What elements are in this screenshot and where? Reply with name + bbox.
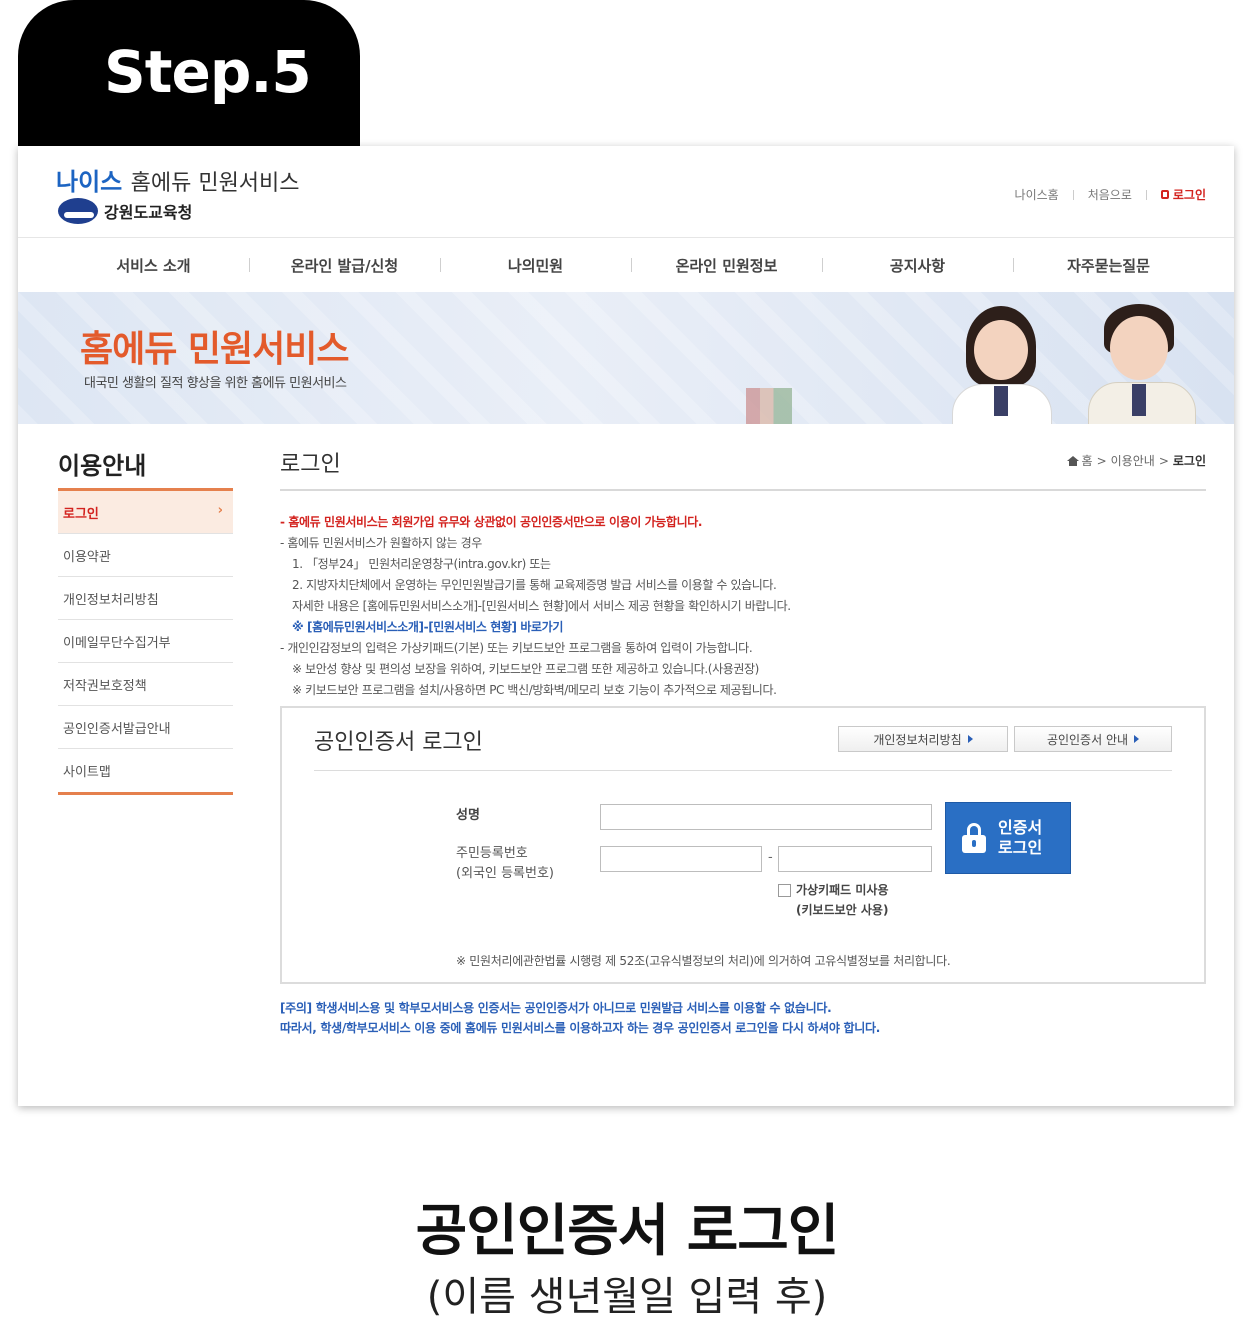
side-menu: 로그인 › 이용약관 개인정보처리방침 이메일무단수집거부 저작권보호정책 공인… (58, 488, 233, 795)
side-item-terms[interactable]: 이용약관 (58, 534, 233, 577)
util-neis-home[interactable]: 나이스홈 (1015, 186, 1059, 203)
rrn-front-input[interactable] (600, 846, 762, 872)
home-icon[interactable] (1066, 455, 1079, 466)
books-image (746, 388, 792, 424)
virtual-keypad-checkbox[interactable] (778, 884, 791, 897)
lock-icon (962, 823, 986, 853)
step-label: Step.5 (104, 38, 312, 106)
notice-line: - 홈에듀 민원서비스가 원활하지 않는 경우 (280, 536, 482, 550)
nav-notices[interactable]: 공지사항 (822, 255, 1013, 276)
notice-line: ※ 키보드보안 프로그램을 설치/사용하면 PC 백신/방화벽/메모리 보호 기… (292, 683, 777, 697)
util-login-label: 로그인 (1172, 188, 1206, 202)
privacy-policy-label: 개인정보처리방침 (873, 732, 962, 747)
content-title: 로그인 (280, 452, 341, 477)
site-header: 나이스 홈에듀 민원서비스 강원도교육청 나이스홈 처음으로 로그인 (18, 146, 1234, 238)
warning-line: 따라서, 학생/학부모서비스 이용 중에 홈에듀 민원서비스를 이용하고자 하는… (280, 1021, 881, 1035)
nav-faq[interactable]: 자주묻는질문 (1013, 255, 1204, 276)
breadcrumb-home[interactable]: 홈 (1082, 452, 1093, 469)
notice-line: 자세한 내용은 [홈에듀민원서비스소개]-[민원서비스 현황]에서 서비스 제공… (292, 599, 791, 613)
hero-banner: 홈에듀 민원서비스 대국민 생활의 질적 향상을 위한 홈에듀 민원서비스 (18, 292, 1234, 424)
page: Step.5 나이스 홈에듀 민원서비스 강원도교육청 나이스홈 처음으로 로그… (0, 0, 1254, 1326)
util-home[interactable]: 처음으로 (1088, 186, 1132, 203)
notice-block: - 홈에듀 민원서비스는 회원가입 유무와 상관없이 공인인증서만으로 이용이 … (280, 512, 1210, 701)
content-divider (280, 489, 1206, 491)
org-name: 강원도교육청 (104, 203, 193, 222)
cert-login-button-label: 인증서 로그인 (998, 818, 1043, 857)
name-input[interactable] (600, 804, 932, 830)
util-divider (1072, 189, 1074, 200)
lock-icon (1160, 190, 1169, 199)
rrn-label-line: 주민등록번호 (456, 846, 528, 861)
nav-my-requests[interactable]: 나의민원 (440, 255, 631, 276)
legal-note: ※ 민원처리에관한법률 시행령 제 52조(고유식별정보의 처리)에 의거하여 … (456, 954, 951, 968)
side-item-label: 로그인 (63, 506, 99, 522)
cert-guide-button[interactable]: 공인인증서 안내 (1014, 726, 1172, 752)
util-divider (1145, 189, 1147, 200)
box-divider (314, 770, 1172, 771)
side-item-cert-guide[interactable]: 공인인증서발급안내 (58, 706, 233, 749)
side-item-privacy[interactable]: 개인정보처리방침 (58, 577, 233, 620)
cert-login-button[interactable]: 인증서 로그인 (945, 802, 1071, 874)
notice-line: ※ 보안성 향상 및 편의성 보장을 위하여, 키보드보안 프로그램 또한 제공… (292, 662, 759, 676)
nav-online-issue[interactable]: 온라인 발급/신청 (249, 255, 440, 276)
triangle-right-icon (1134, 735, 1140, 743)
side-item-email-refuse[interactable]: 이메일무단수집거부 (58, 620, 233, 663)
student-girl-image (938, 298, 1068, 424)
triangle-right-icon (967, 735, 973, 743)
rrn-label-line: (외국인 등록번호) (456, 866, 554, 881)
rrn-label: 주민등록번호 (외국인 등록번호) (456, 844, 554, 884)
breadcrumb: 홈 > 이용안내 > 로그인 (1066, 452, 1206, 469)
privacy-policy-button[interactable]: 개인정보처리방침 (838, 726, 1008, 752)
website-screenshot: 나이스 홈에듀 민원서비스 강원도교육청 나이스홈 처음으로 로그인 서비스 소… (18, 146, 1234, 1106)
warning-line: [주의] 학생서비스용 및 학부모서비스용 인증서는 공인인증서가 아니므로 민… (280, 1001, 832, 1015)
logo-neis-text: 나이스 (56, 168, 123, 196)
rrn-dash: - (768, 850, 773, 865)
side-item-copyright[interactable]: 저작권보호정책 (58, 663, 233, 706)
warning-block: [주의] 학생서비스용 및 학부모서비스용 인증서는 공인인증서가 아니므로 민… (280, 998, 880, 1038)
notice-line: - 홈에듀 민원서비스는 회원가입 유무와 상관없이 공인인증서만으로 이용이 … (280, 515, 703, 529)
notice-line: 1. 「정부24」 민원처리운영창구(intra.gov.kr) 또는 (292, 557, 551, 571)
org-logo[interactable]: 강원도교육청 (58, 198, 192, 224)
breadcrumb-sep: > (1096, 453, 1107, 468)
breadcrumb-current: 로그인 (1172, 454, 1206, 468)
site-logo[interactable]: 나이스 홈에듀 민원서비스 (56, 162, 300, 197)
nav-service-intro[interactable]: 서비스 소개 (58, 255, 249, 276)
cert-guide-label: 공인인증서 안내 (1046, 732, 1129, 747)
rrn-back-input[interactable] (778, 846, 932, 872)
main-nav: 서비스 소개 온라인 발급/신청 나의민원 온라인 민원정보 공지사항 자주묻는… (18, 238, 1234, 292)
breadcrumb-guide[interactable]: 이용안내 (1111, 452, 1155, 469)
service-status-link[interactable]: ※ [홈에듀민원서비스소개]-[민원서비스 현황] 바로가기 (280, 617, 1210, 638)
side-item-sitemap[interactable]: 사이트맵 (58, 749, 233, 792)
step-tab: Step.5 (18, 0, 360, 150)
util-menu: 나이스홈 처음으로 로그인 (1015, 186, 1206, 203)
chevron-right-icon: › (217, 503, 223, 518)
name-label: 성명 (456, 808, 480, 823)
cert-login-title: 공인인증서 로그인 (314, 730, 483, 755)
banner-subtitle: 대국민 생활의 질적 향상을 위한 홈에듀 민원서비스 (84, 376, 347, 391)
notice-line: 2. 지방자치단체에서 운영하는 무인민원발급기를 통해 교육제증명 발급 서비… (292, 578, 777, 592)
banner-title: 홈에듀 민원서비스 (80, 329, 349, 370)
breadcrumb-sep: > (1158, 453, 1169, 468)
cert-login-box: 공인인증서 로그인 개인정보처리방침 공인인증서 안내 성명 주민등록번호 (외… (280, 706, 1206, 984)
side-item-login[interactable]: 로그인 › (58, 491, 233, 534)
student-boy-image (1078, 298, 1208, 424)
notice-line: - 개인인감정보의 입력은 가상키패드(기본) 또는 키보드보안 프로그램을 통… (280, 641, 753, 655)
lnb-title: 이용안내 (58, 452, 147, 480)
caption-title: 공인인증서 로그인 (415, 1199, 840, 1264)
caption-subtitle: (이름 생년월일 입력 후) (426, 1274, 828, 1320)
util-login[interactable]: 로그인 (1160, 186, 1206, 203)
virtual-keypad-label: 가상키패드 미사용 (키보드보안 사용) (796, 883, 889, 917)
org-emblem-icon (58, 198, 98, 224)
logo-service-text: 홈에듀 민원서비스 (130, 171, 300, 196)
nav-online-info[interactable]: 온라인 민원정보 (631, 255, 822, 276)
